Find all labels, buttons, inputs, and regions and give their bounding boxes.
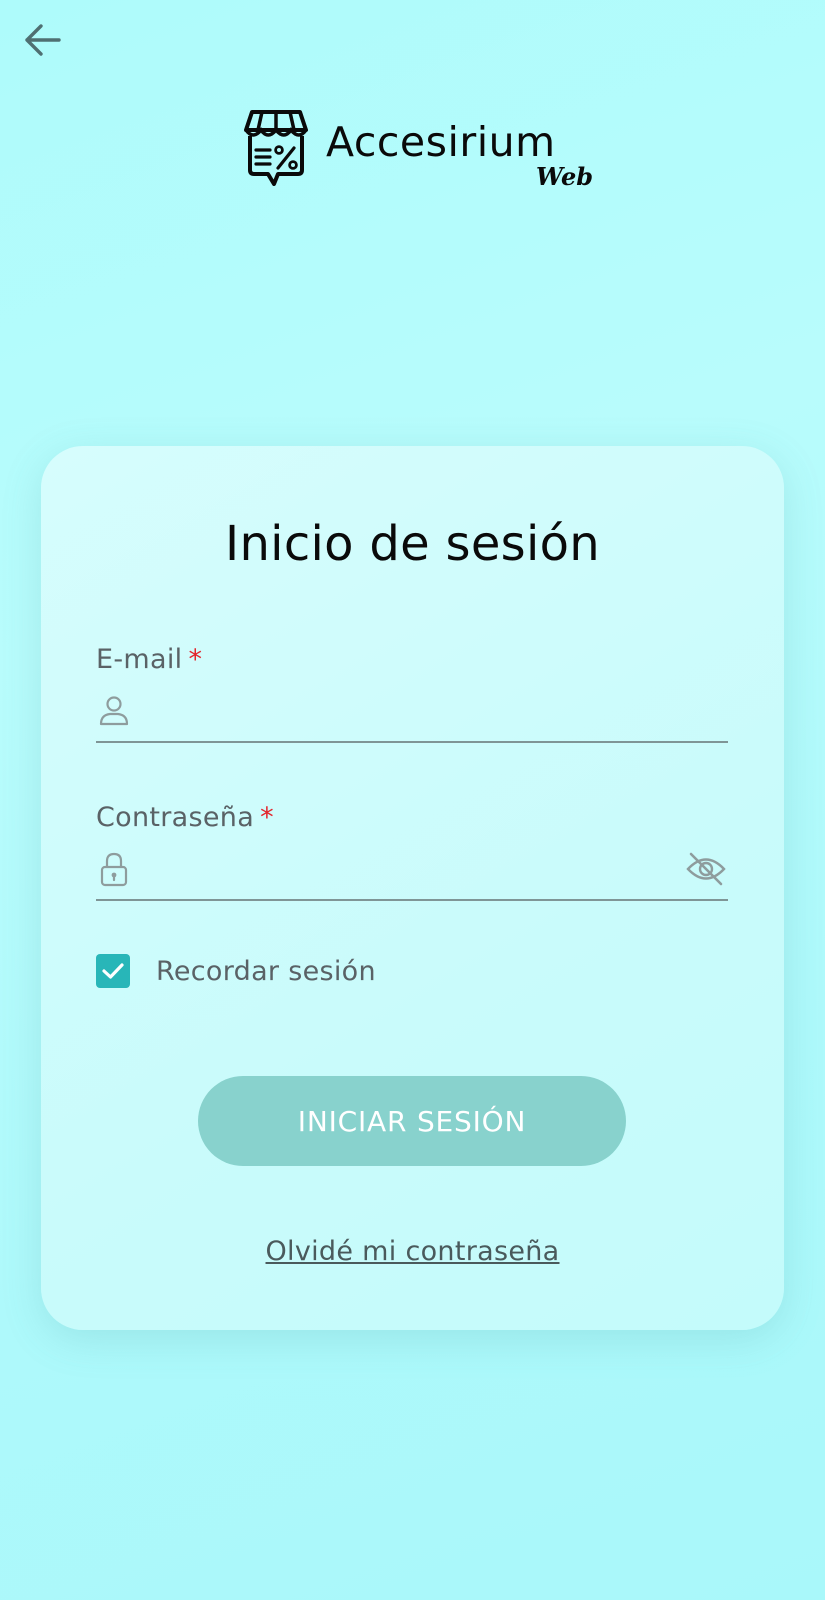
arrow-left-icon [25, 24, 61, 56]
remember-session-toggle[interactable]: Recordar sesión [96, 954, 376, 988]
password-field-group: Contraseña * [96, 802, 728, 901]
password-input-row [96, 847, 728, 901]
login-card: Inicio de sesión E-mail * Contraseña * R… [41, 446, 784, 1330]
email-field-group: E-mail * [96, 644, 728, 743]
eye-off-icon [686, 852, 726, 886]
required-mark: * [260, 802, 274, 833]
page-title: Inicio de sesión [225, 516, 600, 572]
brand-header: Accesirium Web [244, 108, 593, 198]
remember-checkbox[interactable] [96, 954, 130, 988]
password-input[interactable] [146, 851, 668, 893]
forgot-password-link[interactable]: Olvidé mi contraseña [41, 1236, 784, 1267]
email-label: E-mail * [96, 644, 203, 675]
lock-icon [100, 852, 128, 887]
storefront-percent-icon [244, 110, 308, 186]
login-button[interactable]: INICIAR SESIÓN [198, 1076, 626, 1166]
brand-name: Accesirium [326, 118, 556, 166]
brand-subtitle: Web [536, 162, 594, 191]
remember-label: Recordar sesión [156, 955, 376, 987]
user-icon [99, 696, 129, 726]
password-label: Contraseña * [96, 802, 274, 833]
email-input-row [96, 689, 728, 743]
checkmark-icon [102, 963, 124, 979]
toggle-password-visibility-button[interactable] [684, 849, 728, 889]
back-button[interactable] [20, 18, 64, 62]
email-input[interactable] [146, 693, 668, 735]
required-mark: * [188, 644, 203, 675]
